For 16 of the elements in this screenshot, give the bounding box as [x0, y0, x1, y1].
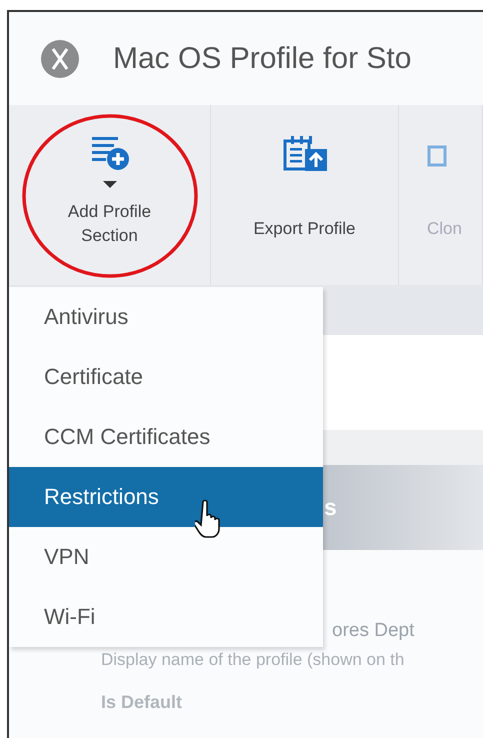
section-title: s: [324, 494, 337, 521]
menu-item[interactable]: Wi-Fi: [9, 587, 323, 647]
menu-item[interactable]: Antivirus: [9, 287, 323, 347]
close-icon: [50, 46, 70, 70]
menu-item[interactable]: VPN: [9, 527, 323, 587]
field-hint: Display name of the profile (shown on th: [101, 650, 406, 671]
close-button[interactable]: [41, 40, 79, 78]
menu-item[interactable]: Restrictions: [9, 467, 323, 527]
caret-icon: [102, 181, 116, 188]
menu-item[interactable]: CCM Certificates: [9, 407, 323, 467]
window-title: Mac OS Profile for Sto: [113, 42, 412, 76]
clipboard-upload-icon: [282, 135, 328, 173]
field-label: Is Default: [101, 692, 184, 713]
add-section-icon: [90, 135, 130, 173]
field-value: ores Dept: [332, 620, 416, 643]
menu-item[interactable]: Certificate: [9, 347, 323, 407]
